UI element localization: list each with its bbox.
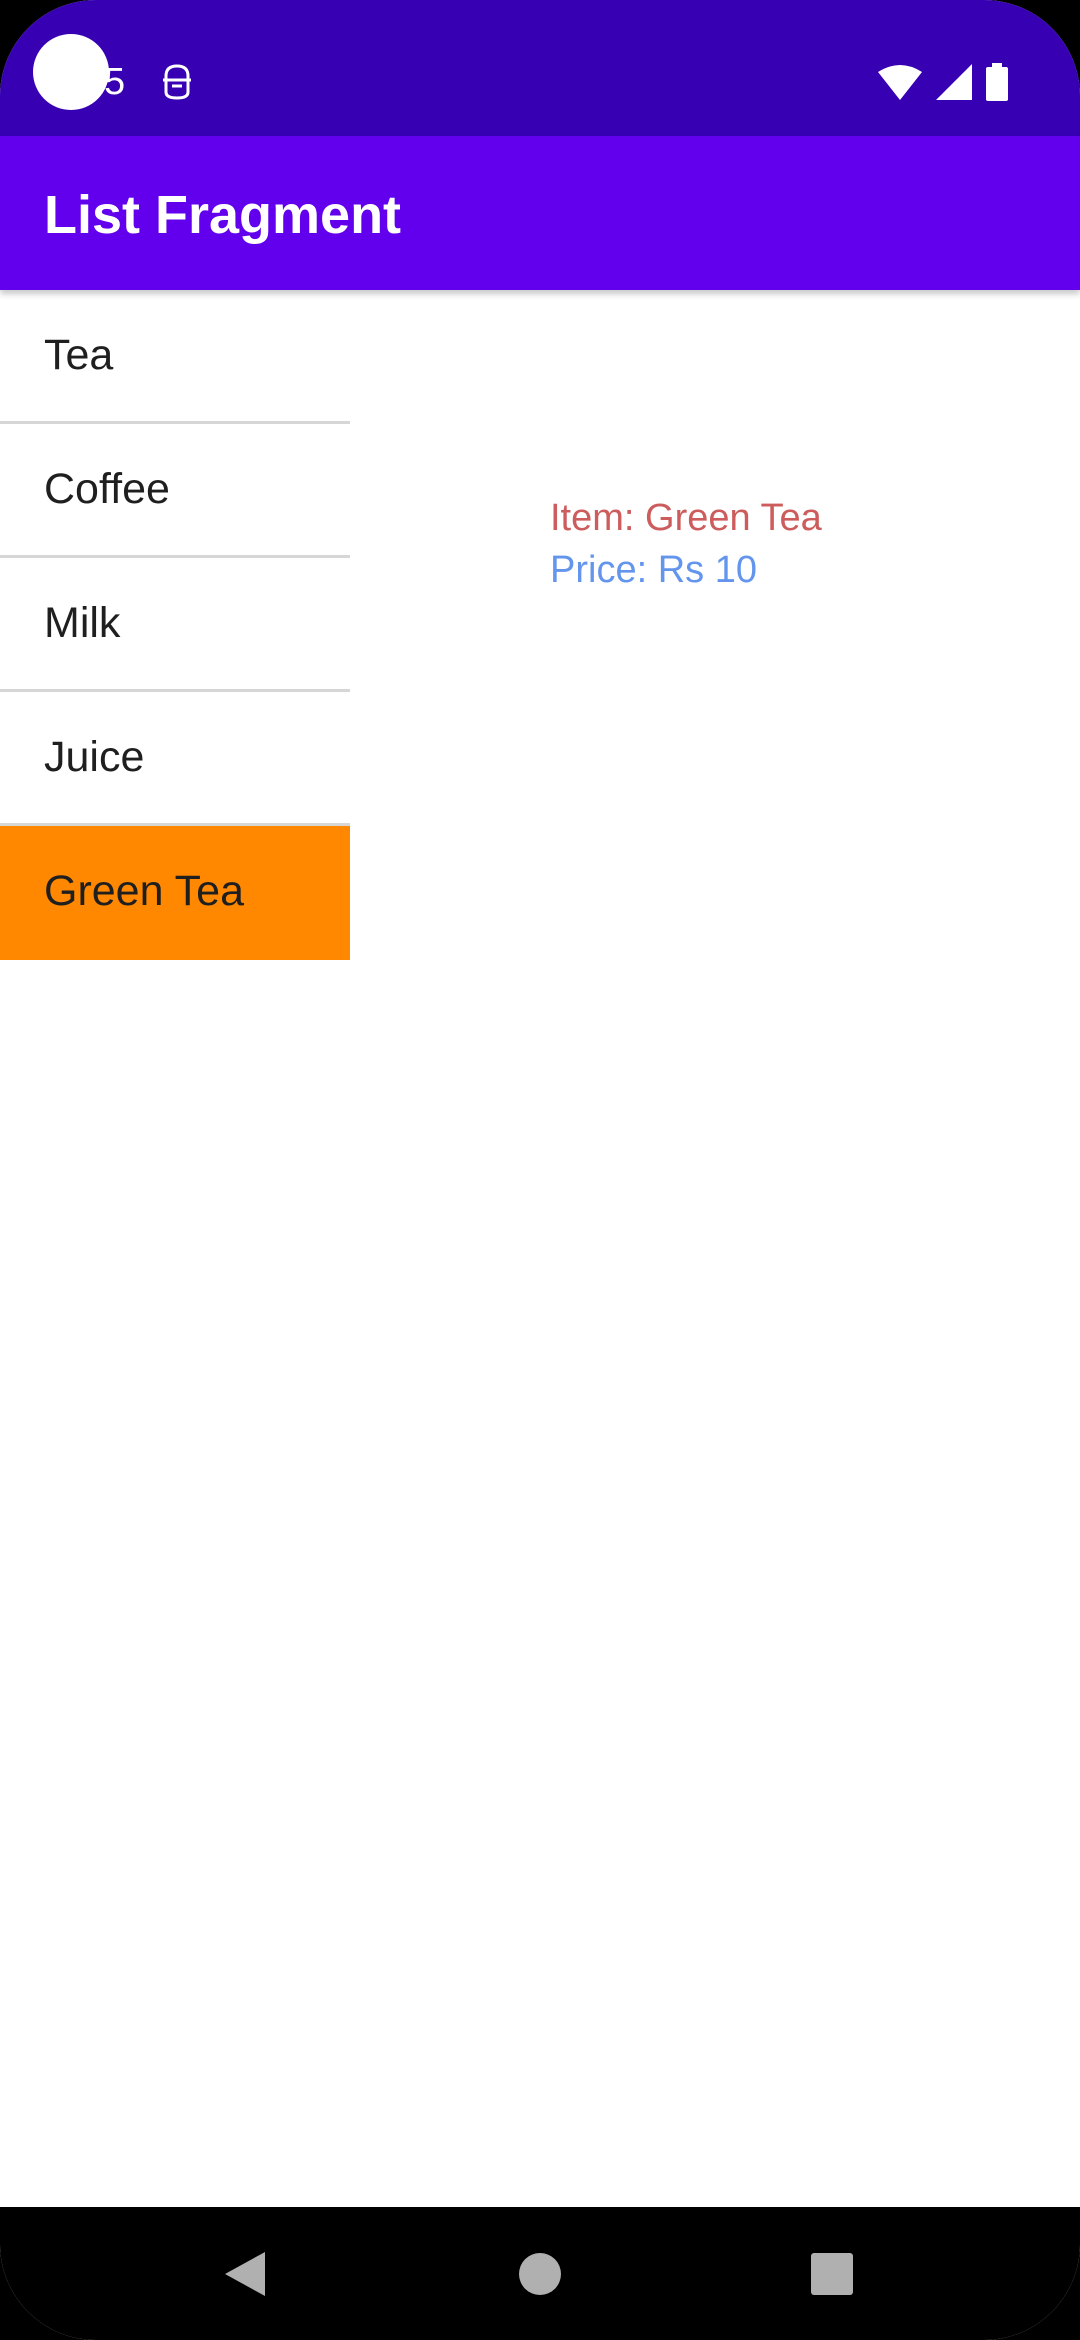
list-item-label: Milk [44,599,121,647]
home-icon [519,2252,561,2295]
status-icons [878,62,1008,102]
list-item-label: Juice [44,733,145,781]
app-bar: List Fragment [0,136,1080,290]
detail-price-text: Price: Rs 10 [550,549,757,591]
notification-icon [163,64,191,100]
wifi-icon [878,65,922,100]
recents-icon [811,2252,853,2295]
list-item[interactable]: Coffee [0,424,350,558]
signal-icon [936,64,972,100]
back-icon [225,2251,265,2296]
navigation-bar [0,2207,1080,2340]
status-bar: 5 [0,0,1080,136]
list-item[interactable]: Juice [0,692,350,826]
home-button[interactable] [470,2207,610,2340]
drink-list: Tea Coffee Milk Juice Green Tea [0,290,350,960]
list-item-label: Coffee [44,465,170,513]
phone-screen: 5 List Fragment Tea Coffee Milk Juice Gr… [0,0,1080,2340]
list-item-label: Green Tea [44,867,245,915]
camera-cutout [33,34,109,110]
recents-button[interactable] [762,2207,902,2340]
battery-icon [986,63,1008,101]
list-item-label: Tea [44,331,114,379]
list-item[interactable]: Tea [0,290,350,424]
list-item[interactable]: Milk [0,558,350,692]
list-item-selected[interactable]: Green Tea [0,826,350,960]
detail-item-text: Item: Green Tea [550,497,822,539]
page-title: List Fragment [44,185,402,245]
back-button[interactable] [175,2207,315,2340]
detail-panel: Item: Green Tea Price: Rs 10 [550,492,822,596]
